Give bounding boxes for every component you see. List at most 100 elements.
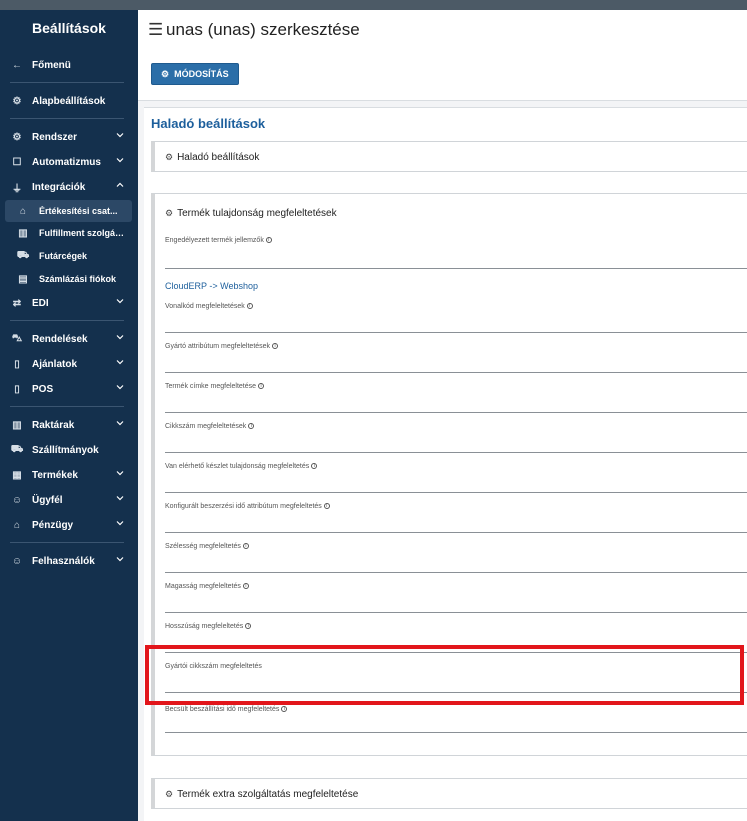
sidebar-divider	[10, 406, 124, 407]
manufacturer-sku-mapping-input[interactable]	[165, 692, 747, 693]
sidebar-item-rendszer[interactable]: ⚙ Rendszer	[0, 126, 138, 148]
page-header: ☰ unas (unas) szerkesztése ⚙ MÓDOSÍTÁS	[138, 10, 747, 101]
sidebar-item-futarcegek[interactable]: ⛟ Futárcégek	[0, 245, 138, 267]
chevron-down-icon	[116, 156, 124, 164]
barcode-mapping-input[interactable]	[165, 332, 747, 333]
page-title: unas (unas) szerkesztése	[166, 20, 360, 39]
arrow-left-icon: ←	[12, 59, 22, 71]
sidebar-item-integraciok[interactable]: ⏚ Integrációk	[0, 176, 138, 198]
chevron-down-icon	[116, 494, 124, 502]
sidebar-item-label: Integrációk	[32, 181, 86, 193]
field-label: Becsült beszállítási idő megfeleltetés i	[165, 706, 288, 713]
info-icon: i	[246, 303, 253, 310]
sidebar-item-label: Fulfillment szolgált...	[39, 228, 125, 238]
sidebar-item-pos[interactable]: ▯ POS	[0, 378, 138, 400]
document-icon: ▯	[14, 358, 20, 370]
sidebar-item-raktarak[interactable]: ▥ Raktárak	[0, 414, 138, 436]
estimated-delivery-mapping-input[interactable]	[165, 732, 747, 733]
sidebar-item-label: Ügyfél	[32, 494, 63, 506]
chevron-up-icon	[116, 181, 124, 189]
sidebar-item-szallitmanyok[interactable]: ⛟ Szállítmányok	[0, 439, 138, 461]
sidebar-item-label: Rendelések	[32, 333, 88, 345]
sidebar-item-fulfillment[interactable]: ▥ Fulfillment szolgált...	[0, 222, 138, 244]
stock-available-mapping-input[interactable]	[165, 492, 747, 493]
card-title: Haladó beállítások	[151, 116, 266, 131]
info-icon: i	[258, 383, 265, 390]
advanced-settings-panel[interactable]: ⚙ Haladó beállítások	[151, 141, 747, 172]
chevron-down-icon	[116, 383, 124, 391]
chevron-down-icon	[116, 519, 124, 527]
panel-title: Termék tulajdonság megfeleltetések	[177, 208, 337, 219]
window-top-strip	[0, 0, 747, 10]
sidebar-title: Beállítások	[32, 20, 106, 36]
sidebar-item-edi[interactable]: ⇄ EDI	[0, 292, 138, 314]
length-mapping-input[interactable]	[165, 652, 747, 653]
sidebar-item-rendelesek[interactable]: ⛍ Rendelések	[0, 328, 138, 350]
save-button[interactable]: ⚙ MÓDOSÍTÁS	[151, 63, 239, 85]
panel-header[interactable]: ⚙ Termék tulajdonság megfeleltetések	[165, 208, 337, 219]
gears-icon: ⚙	[165, 789, 174, 799]
sidebar-item-szamlazasi-fiokok[interactable]: ▤ Számlázási fiókok	[0, 268, 138, 290]
gears-icon: ⚙	[165, 208, 174, 218]
sidebar-item-ugyfel[interactable]: ☺ Ügyfél	[0, 489, 138, 511]
chevron-down-icon	[116, 131, 124, 139]
sidebar-item-termekek[interactable]: ▦ Termékek	[0, 464, 138, 486]
sidebar-item-felhasznalok[interactable]: ☺ Felhasználók	[0, 550, 138, 572]
sidebar-back-label: Főmenü	[32, 59, 71, 71]
info-icon: i	[245, 623, 252, 630]
sidebar: Beállítások ← Főmenü ⚙ Alapbeállítások ⚙…	[0, 10, 138, 821]
product-extra-service-mapping-panel[interactable]: ⚙ Termék extra szolgáltatás megfelelteté…	[151, 778, 747, 809]
field-label: Van elérhető készlet tulajdonság megfele…	[165, 463, 318, 470]
robot-icon: ☐	[12, 156, 22, 168]
sku-mapping-input[interactable]	[165, 452, 747, 453]
sidebar-item-label: Automatizmus	[32, 156, 101, 168]
exchange-icon: ⇄	[12, 297, 22, 309]
field-label: Gyártó attribútum megfeleltetések i	[165, 343, 279, 350]
gears-icon: ⚙	[165, 152, 174, 162]
truck-icon: ⛟	[10, 443, 24, 455]
sidebar-item-label: Termékek	[32, 469, 78, 481]
cart-icon: ⛍	[11, 332, 23, 344]
main-content: ☰ unas (unas) szerkesztése ⚙ MÓDOSÍTÁS H…	[138, 10, 747, 821]
sidebar-item-automatizmus[interactable]: ☐ Automatizmus	[0, 151, 138, 173]
section-heading: CloudERP -> Webshop	[165, 281, 258, 291]
sidebar-item-label: Pénzügy	[32, 519, 74, 531]
plug-icon: ⏚	[12, 183, 22, 195]
sidebar-item-label: EDI	[32, 297, 49, 309]
info-icon: i	[323, 503, 330, 510]
hamburger-menu-icon[interactable]: ☰	[148, 20, 163, 40]
sidebar-item-label: Ajánlatok	[32, 358, 78, 370]
sidebar-divider	[10, 118, 124, 119]
info-icon: i	[242, 543, 249, 550]
allowed-properties-input[interactable]	[165, 268, 747, 269]
sidebar-item-penzugy[interactable]: ⌂ Pénzügy	[0, 514, 138, 536]
sidebar-item-label: Felhasználók	[32, 555, 95, 567]
panel-title: Termék extra szolgáltatás megfeleltetése	[177, 789, 359, 800]
panel-header[interactable]: ⚙ Haladó beállítások	[165, 152, 259, 163]
sidebar-item-label: Értékesítési csat...	[39, 206, 118, 216]
lead-time-attribute-mapping-input[interactable]	[165, 532, 747, 533]
sidebar-item-label: Futárcégek	[39, 251, 88, 261]
width-mapping-input[interactable]	[165, 572, 747, 573]
warehouse-icon: ▥	[12, 419, 22, 431]
field-label: Engedélyezett termék jellemzők i	[165, 237, 272, 244]
product-tag-mapping-input[interactable]	[165, 412, 747, 413]
sidebar-item-label: Rendszer	[32, 131, 78, 143]
sidebar-divider	[10, 320, 124, 321]
info-icon: i	[281, 706, 288, 713]
sidebar-back-link[interactable]: ← Főmenü	[0, 54, 138, 76]
bank-icon: ⌂	[13, 519, 21, 531]
field-label: Cikkszám megfeleltetések i	[165, 423, 255, 430]
panel-header[interactable]: ⚙ Termék extra szolgáltatás megfelelteté…	[165, 789, 358, 800]
sidebar-item-alapbeallitasok[interactable]: ⚙ Alapbeállítások	[0, 90, 138, 112]
sidebar-item-ajanlatok[interactable]: ▯ Ajánlatok	[0, 353, 138, 375]
info-icon: i	[265, 237, 272, 244]
product-property-mapping-panel: ⚙ Termék tulajdonság megfeleltetések Eng…	[151, 193, 747, 756]
manufacturer-mapping-input[interactable]	[165, 372, 747, 373]
sidebar-item-ertekesitesi-csatornak[interactable]: ⌂ Értékesítési csat...	[5, 200, 132, 222]
save-button-label: MÓDOSÍTÁS	[174, 69, 229, 79]
field-label: Konfigurált beszerzési idő attribútum me…	[165, 503, 330, 510]
info-icon: i	[311, 463, 318, 470]
height-mapping-input[interactable]	[165, 612, 747, 613]
basket-icon: ⌂	[19, 205, 27, 217]
